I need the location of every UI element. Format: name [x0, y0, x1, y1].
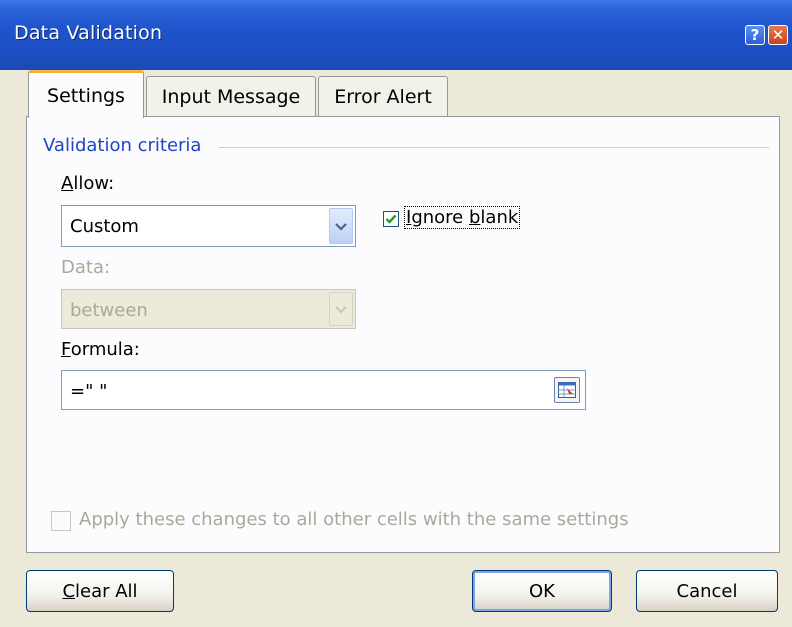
formula-input[interactable]: =" "	[61, 370, 586, 410]
ignore-blank-checkbox[interactable]	[383, 211, 399, 227]
allow-select[interactable]: Custom	[61, 205, 356, 247]
tab-settings-label: Settings	[47, 84, 125, 107]
ignore-blank-label-key: b	[468, 207, 481, 228]
formula-label-rest: ormula:	[70, 339, 140, 360]
help-glyph: ?	[750, 26, 760, 44]
window-title: Data Validation	[14, 22, 163, 44]
allow-label: Allow:	[61, 173, 114, 194]
cancel-button-label: Cancel	[676, 580, 738, 602]
clear-all-button-label: Clear All	[62, 581, 137, 602]
collapse-dialog-icon[interactable]	[554, 377, 580, 403]
tab-settings[interactable]: Settings	[28, 70, 144, 118]
help-icon[interactable]: ?	[745, 25, 765, 45]
data-label: Data:	[61, 257, 111, 278]
settings-panel: Validation criteria Allow: Custom Ignore…	[26, 116, 780, 553]
formula-label: Formula:	[61, 339, 140, 360]
ok-button[interactable]: OK	[472, 570, 612, 612]
formula-input-value: =" "	[70, 381, 108, 402]
allow-label-key: A	[61, 173, 74, 194]
apply-all-checkbox	[51, 511, 71, 531]
ignore-blank-label-mid: gnore	[411, 207, 469, 228]
close-glyph: ✕	[771, 26, 785, 44]
checkmark-icon	[385, 214, 397, 224]
dropdown-arrow-icon[interactable]	[329, 208, 353, 244]
ignore-blank-label-post: lank	[480, 207, 519, 228]
group-title: Validation criteria	[43, 135, 202, 156]
clear-all-button[interactable]: Clear All	[26, 570, 174, 612]
data-select: between	[61, 289, 356, 329]
allow-label-rest: llow:	[73, 173, 115, 194]
tab-error-alert[interactable]: Error Alert	[318, 76, 448, 116]
allow-select-value: Custom	[70, 216, 139, 237]
clear-all-label-key: C	[62, 580, 76, 602]
ok-button-label: OK	[529, 580, 555, 602]
cancel-button[interactable]: Cancel	[636, 570, 778, 612]
formula-label-key: F	[61, 339, 71, 360]
tab-error-alert-label: Error Alert	[334, 85, 432, 108]
ignore-blank-label[interactable]: Ignore blank	[403, 206, 521, 229]
tab-input-message[interactable]: Input Message	[146, 76, 316, 116]
clear-all-label-rest: lear All	[75, 580, 138, 602]
apply-all-label: Apply these changes to all other cells w…	[79, 509, 629, 530]
dropdown-arrow-icon	[329, 292, 353, 326]
close-icon[interactable]: ✕	[768, 25, 788, 45]
title-bar: Data Validation ? ✕	[0, 0, 792, 70]
data-select-value: between	[70, 300, 148, 321]
tab-input-message-label: Input Message	[161, 85, 301, 108]
group-divider	[219, 147, 769, 148]
